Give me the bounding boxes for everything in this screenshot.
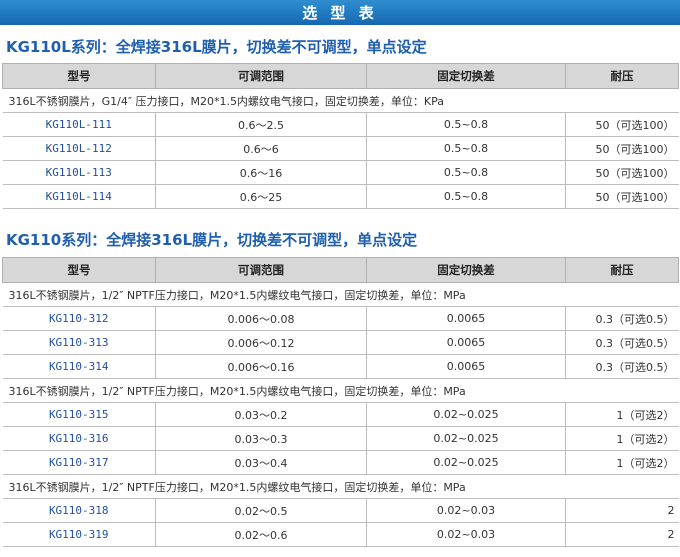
model-cell: KG110L-114 xyxy=(2,184,156,209)
pressure-cell: 1（可选2） xyxy=(565,450,679,475)
diff-cell: 0.0065 xyxy=(366,306,566,331)
range-cell: 0.006～0.08 xyxy=(155,306,367,331)
section-title-kg110l: KG110L系列：全焊接316L膜片，切换差不可调型，单点设定 xyxy=(6,38,427,56)
range-cell: 0.02～0.5 xyxy=(155,498,367,523)
pressure-cell: 50（可选100） xyxy=(565,136,679,161)
range-cell: 0.6～6 xyxy=(155,136,367,161)
pressure-cell: 50（可选100） xyxy=(565,160,679,185)
table-row: KG110L-112 0.6～6 0.5~0.8 50（可选100） xyxy=(2,136,679,161)
diff-cell: 0.5~0.8 xyxy=(366,112,566,137)
description-row: 316L不锈钢膜片，1/2″ NPTF压力接口，M20*1.5内螺纹电气接口，固… xyxy=(2,282,679,307)
description-row: 316L不锈钢膜片，1/2″ NPTF压力接口，M20*1.5内螺纹电气接口，固… xyxy=(2,474,679,499)
range-cell: 0.03～0.3 xyxy=(155,426,367,451)
table-row: KG110-319 0.02～0.6 0.02~0.03 2 xyxy=(2,522,679,547)
diff-cell: 0.02~0.025 xyxy=(366,402,566,427)
table-header-row: 型号 可调范围 固定切换差 耐压 xyxy=(2,63,679,89)
diff-cell: 0.5~0.8 xyxy=(366,160,566,185)
diff-cell: 0.02~0.025 xyxy=(366,450,566,475)
model-cell: KG110-315 xyxy=(2,402,156,427)
model-cell: KG110-316 xyxy=(2,426,156,451)
description-text: 316L不锈钢膜片，1/2″ NPTF压力接口，M20*1.5内螺纹电气接口，固… xyxy=(2,282,679,307)
model-cell: KG110-313 xyxy=(2,330,156,355)
section-title-kg110: KG110系列：全焊接316L膜片，切换差不可调型，单点设定 xyxy=(6,231,418,249)
description-row: 316L不锈钢膜片，G1/4″ 压力接口，M20*1.5内螺纹电气接口，固定切换… xyxy=(2,88,679,113)
range-cell: 0.6～16 xyxy=(155,160,367,185)
description-text: 316L不锈钢膜片，1/2″ NPTF压力接口，M20*1.5内螺纹电气接口，固… xyxy=(2,474,679,499)
range-cell: 0.03～0.2 xyxy=(155,402,367,427)
diff-cell: 0.5~0.8 xyxy=(366,136,566,161)
pressure-cell: 0.3（可选0.5） xyxy=(565,306,679,331)
table-row: KG110-316 0.03～0.3 0.02~0.025 1（可选2） xyxy=(2,426,679,451)
model-cell: KG110-317 xyxy=(2,450,156,475)
table-row: KG110L-113 0.6～16 0.5~0.8 50（可选100） xyxy=(2,160,679,185)
banner-title: 选 型 表 xyxy=(302,4,378,22)
description-text: 316L不锈钢膜片，1/2″ NPTF压力接口，M20*1.5内螺纹电气接口，固… xyxy=(2,378,679,403)
model-cell: KG110-319 xyxy=(2,522,156,547)
table-row: KG110-312 0.006～0.08 0.0065 0.3（可选0.5） xyxy=(2,306,679,331)
diff-cell: 0.02~0.03 xyxy=(366,522,566,547)
range-cell: 0.6～25 xyxy=(155,184,367,209)
header-range: 可调范围 xyxy=(155,257,367,283)
header-model: 型号 xyxy=(2,63,156,89)
range-cell: 0.6～2.5 xyxy=(155,112,367,137)
table-row: KG110-314 0.006～0.16 0.0065 0.3（可选0.5） xyxy=(2,354,679,379)
pressure-cell: 1（可选2） xyxy=(565,402,679,427)
diff-cell: 0.0065 xyxy=(366,330,566,355)
description-text: 316L不锈钢膜片，G1/4″ 压力接口，M20*1.5内螺纹电气接口，固定切换… xyxy=(2,88,679,113)
header-pressure: 耐压 xyxy=(565,257,679,283)
table-row: KG110-318 0.02～0.5 0.02~0.03 2 xyxy=(2,498,679,523)
pressure-cell: 50（可选100） xyxy=(565,112,679,137)
header-diff: 固定切换差 xyxy=(366,257,566,283)
spec-table-kg110l: 型号 可调范围 固定切换差 耐压 316L不锈钢膜片，G1/4″ 压力接口，M2… xyxy=(2,63,679,209)
header-pressure: 耐压 xyxy=(565,63,679,89)
model-cell: KG110L-111 xyxy=(2,112,156,137)
pressure-cell: 0.3（可选0.5） xyxy=(565,354,679,379)
model-cell: KG110L-113 xyxy=(2,160,156,185)
header-diff: 固定切换差 xyxy=(366,63,566,89)
model-cell: KG110L-112 xyxy=(2,136,156,161)
pressure-cell: 2 xyxy=(565,498,679,523)
table-row: KG110-313 0.006～0.12 0.0065 0.3（可选0.5） xyxy=(2,330,679,355)
page-banner: 选 型 表 xyxy=(0,0,680,25)
spec-table-kg110: 型号 可调范围 固定切换差 耐压 316L不锈钢膜片，1/2″ NPTF压力接口… xyxy=(2,257,679,547)
table-row: KG110-315 0.03～0.2 0.02~0.025 1（可选2） xyxy=(2,402,679,427)
diff-cell: 0.5~0.8 xyxy=(366,184,566,209)
range-cell: 0.03～0.4 xyxy=(155,450,367,475)
model-cell: KG110-318 xyxy=(2,498,156,523)
description-row: 316L不锈钢膜片，1/2″ NPTF压力接口，M20*1.5内螺纹电气接口，固… xyxy=(2,378,679,403)
diff-cell: 0.0065 xyxy=(366,354,566,379)
diff-cell: 0.02~0.03 xyxy=(366,498,566,523)
model-cell: KG110-314 xyxy=(2,354,156,379)
table-row: KG110L-111 0.6～2.5 0.5~0.8 50（可选100） xyxy=(2,112,679,137)
pressure-cell: 0.3（可选0.5） xyxy=(565,330,679,355)
header-model: 型号 xyxy=(2,257,156,283)
pressure-cell: 2 xyxy=(565,522,679,547)
model-cell: KG110-312 xyxy=(2,306,156,331)
table-header-row: 型号 可调范围 固定切换差 耐压 xyxy=(2,257,679,283)
range-cell: 0.006～0.12 xyxy=(155,330,367,355)
table-row: KG110-317 0.03～0.4 0.02~0.025 1（可选2） xyxy=(2,450,679,475)
pressure-cell: 50（可选100） xyxy=(565,184,679,209)
table-row: KG110L-114 0.6～25 0.5~0.8 50（可选100） xyxy=(2,184,679,209)
range-cell: 0.006～0.16 xyxy=(155,354,367,379)
header-range: 可调范围 xyxy=(155,63,367,89)
pressure-cell: 1（可选2） xyxy=(565,426,679,451)
range-cell: 0.02～0.6 xyxy=(155,522,367,547)
diff-cell: 0.02~0.025 xyxy=(366,426,566,451)
